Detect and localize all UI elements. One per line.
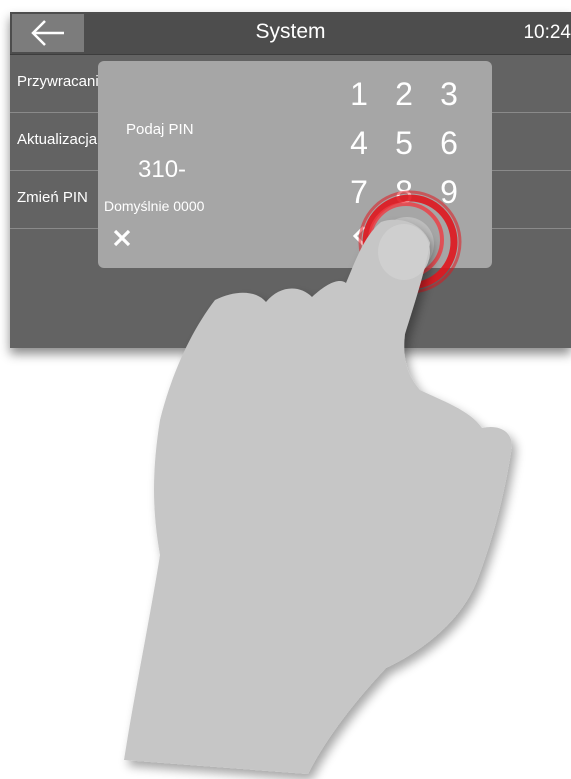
cancel-button[interactable] (110, 226, 134, 250)
backspace-button[interactable] (338, 219, 380, 261)
pin-default-hint: Domyślnie 0000 (104, 198, 205, 214)
close-icon (113, 229, 131, 247)
keypad-key-1[interactable]: 1 (338, 73, 380, 115)
pin-prompt-label: Podaj PIN (126, 121, 194, 138)
stage: System 10:24 Przywracanie Aktualizacja Z… (0, 0, 571, 779)
top-bar: System 10:24 (10, 12, 571, 55)
keypad-key-2[interactable]: 2 (383, 73, 425, 115)
keypad-key-3[interactable]: 3 (428, 73, 470, 115)
keypad-key-8[interactable]: 8 (383, 171, 425, 213)
keypad-key-0[interactable]: 0 (385, 219, 427, 261)
keypad-key-9[interactable]: 9 (428, 171, 470, 213)
menu-item-label: Przywracanie (17, 73, 108, 90)
keypad-key-6[interactable]: 6 (428, 122, 470, 164)
pin-entry-value: 310- (138, 156, 187, 183)
backspace-icon (352, 225, 366, 247)
keypad-key-4[interactable]: 4 (338, 122, 380, 164)
keypad-key-7[interactable]: 7 (338, 171, 380, 213)
page-title: System (255, 20, 326, 43)
menu-item-label: Aktualizacja (17, 131, 98, 148)
keypad-key-5[interactable]: 5 (383, 122, 425, 164)
menu-item-label: Zmień PIN (17, 189, 88, 206)
clock: 10:24 (523, 22, 571, 43)
pin-dialog: Podaj PIN 310- Domyślnie 0000 1 2 3 4 5 … (98, 61, 492, 268)
